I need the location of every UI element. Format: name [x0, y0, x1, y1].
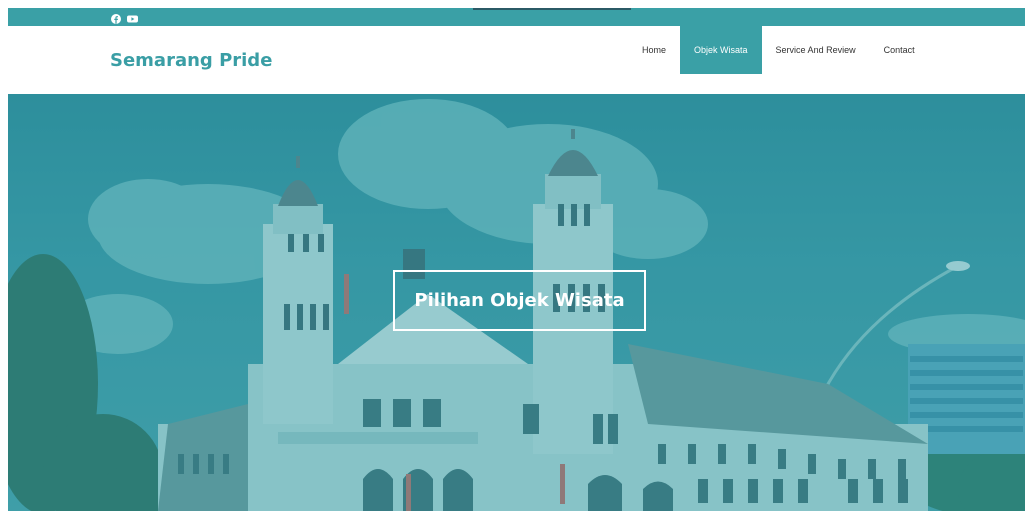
nav-item-contact[interactable]: Contact: [870, 26, 929, 74]
brand-logo[interactable]: Semarang Pride: [110, 50, 272, 71]
nav-item-service-and-review[interactable]: Service And Review: [762, 26, 870, 74]
nav-item-home[interactable]: Home: [628, 26, 680, 74]
facebook-icon[interactable]: [111, 11, 121, 24]
youtube-icon[interactable]: [127, 11, 138, 23]
navbar: Semarang Pride Home Objek Wisata Service…: [8, 26, 1025, 94]
social-links: [111, 11, 138, 24]
nav-menu: Home Objek Wisata Service And Review Con…: [628, 26, 929, 74]
hero-title: Pilihan Objek Wisata: [414, 290, 625, 311]
nav-item-objek-wisata[interactable]: Objek Wisata: [680, 26, 762, 74]
hero-title-box: Pilihan Objek Wisata: [393, 270, 646, 331]
divider: [473, 8, 631, 10]
top-bar: [8, 8, 1025, 26]
hero-banner: Pilihan Objek Wisata: [8, 94, 1025, 511]
